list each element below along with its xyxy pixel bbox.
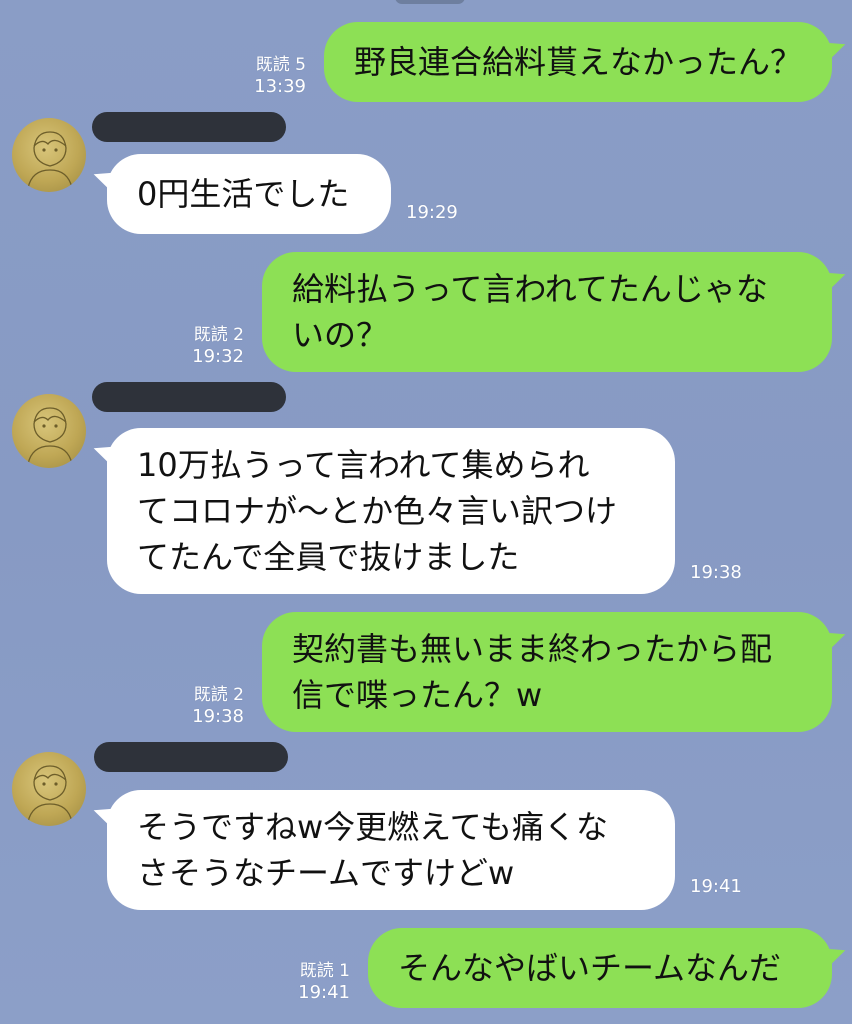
message-text: そうですねw今更燃えても痛くな さそうなチームですけどw bbox=[137, 808, 608, 892]
read-receipt: 既読 2 bbox=[193, 685, 244, 705]
message-bubble[interactable]: 10万払うって言われて集められ てコロナが〜とか色々言い訳つけ てたんで全員で抜… bbox=[107, 428, 675, 594]
avatar-portrait-icon bbox=[27, 407, 73, 465]
message-bubble[interactable]: 給料払うって言われてたんじゃな いの？ bbox=[262, 252, 832, 372]
message-bubble[interactable]: 契約書も無いまま終わったから配 信で喋ったん？w bbox=[262, 612, 832, 732]
message-meta: 既読 2 19:38 bbox=[192, 684, 244, 728]
redacted-sender-name bbox=[92, 382, 286, 412]
contact-avatar[interactable] bbox=[12, 752, 86, 826]
message-meta: 既読 5 13:39 bbox=[254, 54, 306, 98]
timestamp: 19:38 bbox=[192, 706, 244, 727]
contact-avatar[interactable] bbox=[12, 118, 86, 192]
message-bubble[interactable]: 野良連合給料貰えなかったん？ bbox=[324, 22, 832, 102]
sent-message: 既読 5 13:39 野良連合給料貰えなかったん？ bbox=[254, 22, 832, 102]
message-text: 10万払うって言われて集められ てコロナが〜とか色々言い訳つけ てたんで全員で抜… bbox=[137, 446, 618, 576]
contact-avatar[interactable] bbox=[12, 394, 86, 468]
message-meta: 既読 2 19:32 bbox=[192, 324, 244, 368]
sent-message: 既読 2 19:32 給料払うって言われてたんじゃな いの？ bbox=[192, 252, 832, 372]
sent-message: 既読 1 19:41 そんなやばいチームなんだ bbox=[298, 928, 832, 1008]
message-bubble[interactable]: そうですねw今更燃えても痛くな さそうなチームですけどw bbox=[107, 790, 675, 910]
read-receipt: 既読 5 bbox=[255, 55, 306, 75]
message-text: そんなやばいチームなんだ bbox=[398, 949, 782, 987]
message-text: 0円生活でした bbox=[137, 175, 350, 213]
read-receipt: 既読 1 bbox=[299, 961, 350, 981]
message-text: 契約書も無いまま終わったから配 信で喋ったん？w bbox=[292, 630, 773, 714]
avatar-portrait-icon bbox=[27, 765, 73, 823]
message-text: 野良連合給料貰えなかったん？ bbox=[354, 43, 803, 81]
timestamp: 19:41 bbox=[298, 982, 350, 1003]
sent-message: 既読 2 19:38 契約書も無いまま終わったから配 信で喋ったん？w bbox=[192, 612, 832, 732]
timestamp: 13:39 bbox=[254, 76, 306, 97]
redacted-sender-name bbox=[92, 112, 286, 142]
cut-off-element bbox=[395, 0, 465, 4]
avatar-portrait-icon bbox=[27, 131, 73, 189]
message-bubble[interactable]: 0円生活でした bbox=[107, 154, 391, 234]
message-text: 給料払うって言われてたんじゃな いの？ bbox=[292, 270, 768, 354]
timestamp: 19:29 bbox=[406, 202, 458, 223]
message-meta: 既読 1 19:41 bbox=[298, 960, 350, 1004]
timestamp: 19:32 bbox=[192, 346, 244, 367]
timestamp: 19:38 bbox=[690, 562, 742, 583]
redacted-sender-name bbox=[94, 742, 288, 772]
timestamp: 19:41 bbox=[690, 876, 742, 897]
message-bubble[interactable]: そんなやばいチームなんだ bbox=[368, 928, 832, 1008]
read-receipt: 既読 2 bbox=[193, 325, 244, 345]
chat-view: 既読 5 13:39 野良連合給料貰えなかったん？ 0円生活でした 19:29 … bbox=[0, 0, 852, 1024]
